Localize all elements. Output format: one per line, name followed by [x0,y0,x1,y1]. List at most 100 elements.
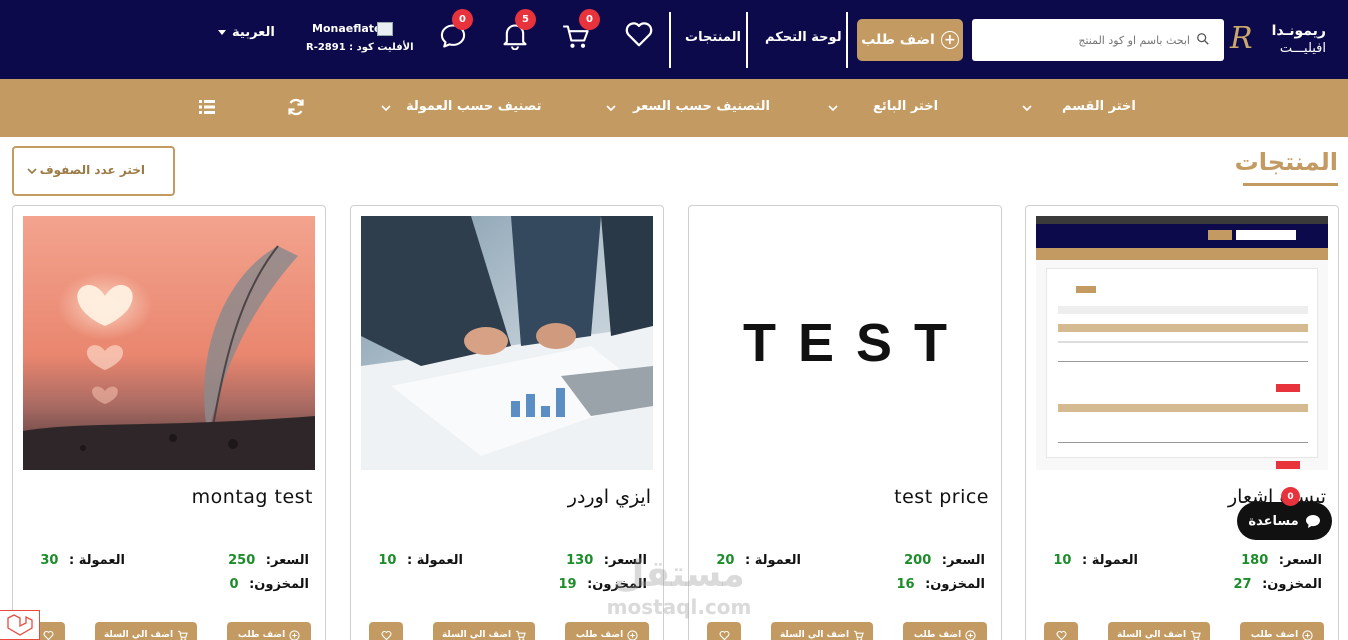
product-commission: العمولة : 20 [716,553,801,568]
brand-logo[interactable]: R ريمونـدا افيليـــت [1228,20,1338,60]
filter-commission-sort[interactable]: تصنيف حسب العمولة [406,99,542,114]
product-price: السعر: 130 [566,553,647,568]
price-label: السعر: [941,553,985,568]
nav-dashboard-link[interactable]: لوحة التحكم [765,30,842,45]
stock-value: 19 [558,577,577,592]
heart-icon [625,22,653,47]
user-avatar [377,22,393,36]
filter-seller[interactable]: اختر البائع [873,99,938,114]
add-order-label: اضف طلب [861,32,935,48]
list-view-icon[interactable] [197,97,217,117]
product-commission: العمولة : 30 [40,553,125,568]
add-to-cart-button[interactable]: اضف الي السلة [433,622,535,640]
stock-value: 16 [896,577,915,592]
cart-icon [1190,630,1201,640]
product-stock: المخزون: 27 [1233,577,1322,592]
product-price: السعر: 180 [1241,553,1322,568]
notifications-count-badge: 5 [515,9,536,30]
affiliate-code: الأفليت كود : R-2891 [306,42,414,53]
chat-bubble-icon [1305,514,1320,528]
add-order-label: اضف طلب [575,630,624,640]
product-image[interactable] [23,216,315,470]
add-order-button[interactable]: اضف طلب [227,622,311,640]
caret-down-icon [218,30,226,35]
stock-label: المخزون: [1262,577,1322,592]
cart-icon [515,630,526,640]
filter-category[interactable]: اختر القسم [1062,99,1136,114]
search-input[interactable] [980,19,1190,61]
nav-divider [746,12,748,68]
product-name[interactable]: ايزي اوردر [568,486,651,508]
product-commission: العمولة : 10 [378,553,463,568]
product-card: montag test السعر: 250 العمولة : 30 المخ… [12,205,326,640]
add-to-cart-button[interactable]: اضف الي السلة [95,622,197,640]
wishlist-button[interactable] [369,622,403,640]
commission-label: العمولة : [744,553,801,568]
nav-divider [846,12,848,68]
add-order-button[interactable]: اضف طلب [903,622,987,640]
stock-label: المخزون: [587,577,647,592]
filter-price-sort[interactable]: التصنيف حسب السعر [633,99,770,114]
add-to-cart-button[interactable]: اضف الي السلة [1108,622,1210,640]
user-profile[interactable]: Monaeflate الأفليت كود : R-2891 [300,20,414,60]
stock-value: 0 [229,577,239,592]
nav-divider [669,12,671,68]
plus-circle-icon [965,629,976,640]
rows-select-label: اختر عدد الصفوف [39,163,145,177]
language-switcher[interactable]: العربية [218,25,275,40]
wishlist-button[interactable] [707,622,741,640]
add-order-button[interactable]: + اضف طلب [857,19,963,61]
nav-products-link[interactable]: المنتجات [685,30,741,45]
stock-label: المخزون: [249,577,309,592]
commission-value: 10 [1053,553,1072,568]
feather-photo [23,216,315,470]
product-card: ايزي اوردر السعر: 130 العمولة : 10 المخز… [350,205,664,640]
product-name[interactable]: montag test [192,486,313,508]
product-image[interactable] [1036,216,1328,470]
help-label: مساعدة [1248,513,1299,529]
product-price: السعر: 250 [228,553,309,568]
product-card: تيست اشعار السعر: 180 العمولة : 10 المخز… [1025,205,1339,640]
cart-icon [853,630,864,640]
rows-count-select[interactable]: اختر عدد الصفوف [12,146,175,196]
text-image: TEST [699,216,991,470]
chevron-down-icon[interactable] [826,101,840,115]
chevron-down-icon[interactable] [379,101,393,115]
product-price: السعر: 200 [904,553,985,568]
add-order-button[interactable]: اضف طلب [1240,622,1324,640]
search-box [972,19,1224,61]
product-stock: المخزون: 0 [230,577,309,592]
search-icon[interactable] [1196,32,1210,46]
help-chat-button[interactable]: مساعدة [1237,502,1332,540]
price-label: السعر: [265,553,309,568]
product-image[interactable]: TEST [699,216,991,470]
plus-circle-icon: + [940,31,959,49]
brand-name-line2: افيليـــت [1279,41,1326,56]
chevron-down-icon[interactable] [1020,101,1034,115]
wishlist-button[interactable] [624,20,654,48]
messages-count-badge: 0 [452,9,473,30]
user-name: Monaeflate [312,22,382,35]
product-card: TEST test price السعر: 200 العمولة : 20 … [688,205,1002,640]
add-order-button[interactable]: اضف طلب [565,622,649,640]
stock-value: 27 [1233,577,1252,592]
refresh-icon[interactable] [286,97,306,117]
screenshot-thumbnail [1036,216,1328,470]
product-stock: المخزون: 19 [558,577,647,592]
add-order-label: اضف طلب [913,630,962,640]
wishlist-button[interactable] [1044,622,1078,640]
add-to-cart-button[interactable]: اضف الي السلة [771,622,873,640]
add-cart-label: اضف الي السلة [1116,630,1187,640]
image-text: TEST [742,313,969,373]
heart-icon [1056,630,1066,640]
product-name[interactable]: test price [894,486,989,508]
top-header: R ريمونـدا افيليـــت + اضف طلب لوحة التح… [0,0,1348,79]
product-image[interactable] [361,216,653,470]
price-value: 200 [904,553,932,568]
price-value: 250 [228,553,256,568]
laravel-icon[interactable] [0,610,40,640]
plus-circle-icon [627,629,638,640]
commission-label: العمولة : [68,553,125,568]
chevron-down-icon[interactable] [604,101,618,115]
brand-name-line1: ريمونـدا [1271,23,1326,39]
